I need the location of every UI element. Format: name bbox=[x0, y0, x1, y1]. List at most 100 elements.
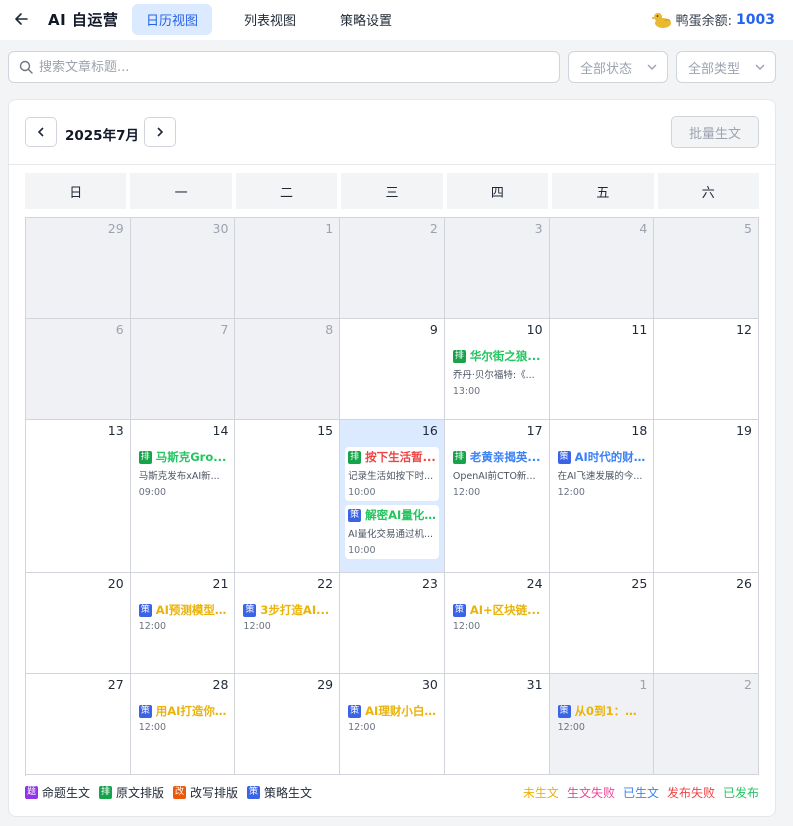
event-type-badge: 排 bbox=[348, 450, 362, 464]
calendar-day-cell[interactable]: 19 bbox=[654, 420, 759, 573]
type-legend-label: 命题生文 bbox=[42, 786, 91, 800]
prev-month-button[interactable] bbox=[25, 117, 57, 147]
chevron-left-icon bbox=[37, 127, 44, 137]
calendar-day-cell[interactable]: 2 bbox=[340, 218, 445, 319]
calendar-day-cell[interactable]: 6 bbox=[26, 319, 131, 420]
day-number: 13 bbox=[107, 423, 124, 438]
calendar-day-cell[interactable]: 28 策用AI打造你... 12:00 bbox=[130, 674, 236, 775]
duck-icon bbox=[651, 12, 671, 28]
calendar-day-cell[interactable]: 16 排按下生活暂... 记录生活如按下时... 10:00 策解密AI量化... AI量… bbox=[340, 420, 445, 573]
calendar-day-cell[interactable]: 11 bbox=[549, 319, 655, 420]
calendar-day-cell[interactable]: 30 策 AI理财小白... 12:00 bbox=[340, 674, 445, 775]
type-legend-item: 题命题生文 bbox=[25, 784, 90, 801]
weekday-sun: 日 bbox=[25, 173, 127, 209]
calendar-event[interactable]: 排马斯克Gro... 马斯克发布xAI新... 09:00 bbox=[136, 447, 230, 501]
top-bar: AI 自运营 日历视图 列表视图 策略设置 鸭蛋余额: 1003 bbox=[0, 0, 793, 40]
weekday-sat: 六 bbox=[657, 173, 759, 209]
event-title: 3步打造AI... bbox=[260, 603, 330, 617]
tab-strategy-settings[interactable]: 策略设置 bbox=[326, 4, 406, 35]
calendar-day-cell[interactable]: 1 bbox=[235, 218, 341, 319]
event-time: 12:00 bbox=[557, 722, 585, 733]
calendar-event[interactable]: 策 AI预测模型... 12:00 bbox=[136, 600, 230, 635]
tab-calendar-view[interactable]: 日历视图 bbox=[132, 4, 213, 35]
event-header: 策 AI预测模型... bbox=[138, 602, 226, 618]
calendar-day-cell[interactable]: 29 bbox=[235, 674, 341, 775]
event-time: 10:00 bbox=[348, 487, 376, 498]
day-number: 20 bbox=[107, 576, 124, 591]
type-legend-label: 改写排版 bbox=[190, 786, 239, 800]
calendar-day-cell[interactable]: 3 bbox=[444, 218, 550, 319]
calendar-day-cell[interactable]: 1 策从0到1：AI... 12:00 bbox=[549, 674, 655, 775]
event-header: 排华尔街之狼... bbox=[452, 348, 541, 364]
calendar-day-cell[interactable]: 27 bbox=[26, 674, 131, 775]
calendar-day-cell[interactable]: 30 bbox=[130, 218, 236, 319]
weekday-fri: 五 bbox=[552, 173, 654, 209]
calendar-day-cell[interactable]: 21 策 AI预测模型... 12:00 bbox=[130, 573, 236, 674]
day-number: 22 bbox=[317, 576, 334, 591]
chevron-down-icon bbox=[755, 64, 765, 70]
batch-generate-button[interactable]: 批量生文 bbox=[671, 116, 759, 148]
event-description: 在AI飞速发展的今... bbox=[557, 471, 643, 482]
calendar-event[interactable]: 排老黄亲揭英... OpenAI前CTO新... 12:00 bbox=[450, 447, 544, 501]
month-label: 2025年7月 bbox=[65, 128, 139, 144]
event-title: 马斯克Gro... bbox=[155, 450, 227, 464]
calendar-day-cell[interactable]: 2 bbox=[654, 674, 759, 775]
event-type-badge: 策 bbox=[138, 603, 152, 617]
calendar-day-cell[interactable]: 29 bbox=[26, 218, 131, 319]
calendar-day-cell[interactable]: 13 bbox=[26, 420, 131, 573]
status-legend-item: 已发布 bbox=[722, 786, 759, 800]
calendar-day-cell[interactable]: 31 bbox=[444, 674, 550, 775]
back-button[interactable] bbox=[10, 7, 32, 31]
event-description: OpenAI前CTO新... bbox=[452, 471, 536, 482]
calendar-event[interactable]: 策解密AI量化... AI量化交易通过机... 10:00 bbox=[345, 505, 439, 559]
search-input[interactable] bbox=[39, 59, 519, 75]
next-month-button[interactable] bbox=[144, 117, 176, 147]
event-title: 从0到1：AI... bbox=[574, 704, 646, 718]
weekday-mon: 一 bbox=[130, 173, 232, 209]
calendar-day-cell[interactable]: 14 排马斯克Gro... 马斯克发布xAI新... 09:00 bbox=[130, 420, 236, 573]
calendar-day-cell[interactable]: 15 bbox=[235, 420, 341, 573]
calendar-event[interactable]: 策从0到1：AI... 12:00 bbox=[555, 701, 649, 736]
event-title: AI+区块链... bbox=[469, 603, 541, 617]
calendar-day-cell[interactable]: 7 bbox=[130, 319, 236, 420]
calendar-day-cell[interactable]: 10 排华尔街之狼... 乔丹·贝尔福特:《... 13:00 bbox=[444, 319, 550, 420]
calendar-day-cell[interactable]: 4 bbox=[549, 218, 655, 319]
event-header: 排按下生活暂... bbox=[348, 449, 436, 465]
calendar-day-cell[interactable]: 24 策 AI+区块链... 12:00 bbox=[444, 573, 550, 674]
calendar-event[interactable]: 排华尔街之狼... 乔丹·贝尔福特:《... 13:00 bbox=[450, 346, 544, 400]
type-select[interactable]: 全部类型 bbox=[676, 51, 776, 83]
chevron-right-icon bbox=[157, 127, 164, 137]
status-select[interactable]: 全部状态 bbox=[568, 51, 668, 83]
calendar-day-cell[interactable]: 22 策 3步打造AI... 12:00 bbox=[235, 573, 341, 674]
day-number: 10 bbox=[526, 322, 543, 337]
calendar-day-cell[interactable]: 9 bbox=[340, 319, 445, 420]
calendar-day-cell[interactable]: 5 bbox=[654, 218, 759, 319]
day-number: 11 bbox=[631, 322, 648, 337]
search-box[interactable] bbox=[8, 51, 560, 83]
calendar-day-cell[interactable]: 23 bbox=[340, 573, 445, 674]
event-time: 12:00 bbox=[348, 722, 376, 733]
calendar-day-cell[interactable]: 18 策 AI时代的财... 在AI飞速发展的今... 12:00 bbox=[549, 420, 655, 573]
calendar-day-cell[interactable]: 20 bbox=[26, 573, 131, 674]
calendar-event[interactable]: 策 AI+区块链... 12:00 bbox=[450, 600, 544, 635]
calendar-day-cell[interactable]: 8 bbox=[235, 319, 341, 420]
day-number: 2 bbox=[744, 677, 752, 692]
calendar-day-cell[interactable]: 17 排老黄亲揭英... OpenAI前CTO新... 12:00 bbox=[444, 420, 550, 573]
calendar-event[interactable]: 策 AI时代的财... 在AI飞速发展的今... 12:00 bbox=[555, 447, 649, 501]
calendar-day-cell[interactable]: 26 bbox=[654, 573, 759, 674]
weekday-thu: 四 bbox=[446, 173, 549, 209]
calendar-event[interactable]: 策 AI理财小白... 12:00 bbox=[345, 701, 439, 736]
event-description: 马斯克发布xAI新... bbox=[138, 471, 220, 482]
day-number: 9 bbox=[429, 322, 438, 337]
calendar-event[interactable]: 策用AI打造你... 12:00 bbox=[136, 701, 230, 736]
calendar-day-cell[interactable]: 25 bbox=[549, 573, 655, 674]
calendar-day-cell[interactable]: 12 bbox=[654, 319, 759, 420]
status-legend-item: 已生文 bbox=[622, 786, 659, 800]
tab-list-view[interactable]: 列表视图 bbox=[230, 4, 310, 35]
calendar-event[interactable]: 排按下生活暂... 记录生活如按下时... 10:00 bbox=[345, 447, 439, 501]
calendar-event[interactable]: 策 3步打造AI... 12:00 bbox=[240, 600, 334, 635]
event-title: AI理财小白... bbox=[365, 704, 436, 718]
day-number: 31 bbox=[526, 677, 543, 692]
weekday-header: 日 一 二 三 四 五 六 bbox=[25, 173, 759, 209]
day-number: 30 bbox=[421, 677, 438, 692]
